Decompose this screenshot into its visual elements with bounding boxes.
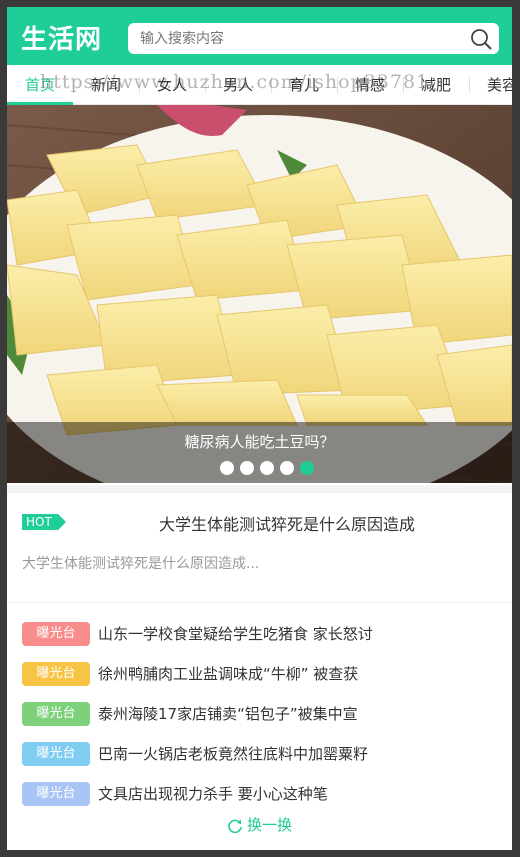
nav-tab-women[interactable]: 女人 xyxy=(139,65,205,104)
nav-tab-home[interactable]: 首页 xyxy=(7,65,73,104)
carousel-dot-active[interactable] xyxy=(300,461,314,475)
list-item-title[interactable]: 巴南一火锅店老板竟然往底料中加罂粟籽 xyxy=(98,743,368,765)
carousel-dot[interactable] xyxy=(280,461,294,475)
banner-carousel[interactable]: 糖尿病人能吃土豆吗？ xyxy=(7,105,512,483)
list-item-title[interactable]: 山东一学校食堂疑给学生吃猪食 家长怒讨 xyxy=(98,623,373,645)
list-item-title[interactable]: 文具店出现视力杀手 要小心这种笔 xyxy=(98,783,328,805)
list-item-title[interactable]: 徐州鸭脯肉工业盐调味成“牛柳” 被查获 xyxy=(98,663,358,685)
nav-tab-beauty[interactable]: 美容 xyxy=(469,65,512,104)
carousel-dot[interactable] xyxy=(260,461,274,475)
category-nav: 首页 新闻 女人 男人 育儿 情感 减肥 美容 xyxy=(7,65,512,105)
nav-tab-emotion[interactable]: 情感 xyxy=(337,65,403,104)
carousel-dot[interactable] xyxy=(240,461,254,475)
refresh-icon xyxy=(228,819,242,833)
refresh-button[interactable]: 换一换 xyxy=(7,813,512,837)
page-frame: 生活网 首页 新闻 女人 男人 育儿 情感 减肥 美容 xyxy=(7,7,512,850)
category-badge: 曝光台 xyxy=(22,622,90,646)
hot-article[interactable]: HOT 大学生体能测试猝死是什么原因造成 大学生体能测试猝死是什么原因造成... xyxy=(7,493,512,603)
nav-tab-weightloss[interactable]: 减肥 xyxy=(403,65,469,104)
site-logo[interactable]: 生活网 xyxy=(21,19,102,56)
banner-caption[interactable]: 糖尿病人能吃土豆吗？ xyxy=(7,431,512,452)
carousel-dot[interactable] xyxy=(220,461,234,475)
nav-tab-men[interactable]: 男人 xyxy=(205,65,271,104)
search-input[interactable] xyxy=(128,23,448,54)
hot-article-title[interactable]: 大学生体能测试猝死是什么原因造成 xyxy=(97,511,477,535)
refresh-label: 换一换 xyxy=(246,816,292,834)
hot-article-summary: 大学生体能测试猝死是什么原因造成... xyxy=(22,556,260,572)
nav-tab-parenting[interactable]: 育儿 xyxy=(271,65,337,104)
nav-tab-news[interactable]: 新闻 xyxy=(73,65,139,104)
category-badge: 曝光台 xyxy=(22,662,90,686)
header: 生活网 xyxy=(7,7,512,65)
list-item-title[interactable]: 泰州海陵17家店铺卖“铝包子”被集中宣 xyxy=(98,703,358,725)
carousel-indicators xyxy=(220,460,320,475)
search-icon[interactable] xyxy=(469,27,493,51)
search-box[interactable] xyxy=(128,23,499,54)
category-badge: 曝光台 xyxy=(22,742,90,766)
section-divider xyxy=(7,485,512,493)
hot-badge: HOT xyxy=(22,514,66,530)
category-badge: 曝光台 xyxy=(22,702,90,726)
category-badge: 曝光台 xyxy=(22,782,90,806)
